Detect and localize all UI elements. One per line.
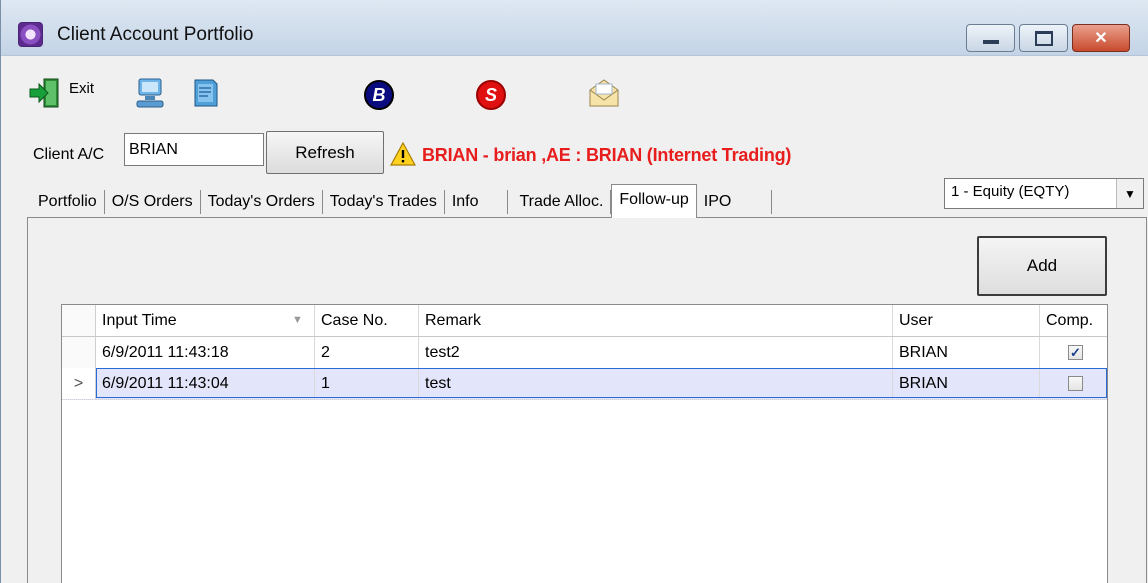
account-type-value: 1 - Equity (EQTY) — [951, 183, 1070, 200]
tab-info[interactable]: Info — [445, 190, 508, 214]
remark-cell[interactable]: test2 — [419, 337, 893, 368]
column-header-case-no[interactable]: Case No. — [315, 305, 419, 336]
column-header-input-time[interactable]: Input Time ▼ — [96, 305, 315, 336]
maximize-icon — [1034, 30, 1053, 46]
column-header-comp[interactable]: Comp. — [1040, 305, 1107, 336]
column-label: Input Time — [102, 312, 177, 329]
table-row[interactable]: > 6/9/2011 11:43:04 1 test BRIAN — [62, 368, 1107, 400]
mail-icon[interactable] — [587, 76, 621, 110]
sort-icon: ▼ — [292, 314, 303, 326]
column-header-user[interactable]: User — [893, 305, 1040, 336]
account-type-select[interactable]: 1 - Equity (EQTY) ▼ — [944, 178, 1144, 209]
minimize-button[interactable] — [966, 24, 1015, 52]
close-button[interactable]: ✕ — [1072, 24, 1130, 52]
tab-trade-alloc[interactable]: Trade Alloc. — [508, 190, 612, 214]
tab-todays-trades[interactable]: Today's Trades — [323, 190, 445, 214]
tab-portfolio[interactable]: Portfolio — [31, 190, 105, 214]
comp-cell[interactable]: ✓ — [1040, 337, 1107, 368]
maximize-button[interactable] — [1019, 24, 1068, 52]
comp-checkbox[interactable] — [1068, 376, 1083, 391]
remark-cell[interactable]: test — [419, 368, 893, 399]
follow-up-grid: Input Time ▼ Case No. Remark User Comp. … — [61, 304, 1108, 583]
tab-os-orders[interactable]: O/S Orders — [105, 190, 201, 214]
sell-icon[interactable]: S — [476, 80, 506, 110]
minimize-icon — [982, 40, 999, 44]
toolbar — [1, 56, 1148, 120]
app-icon — [18, 22, 43, 47]
user-cell[interactable]: BRIAN — [893, 368, 1040, 399]
input-time-cell[interactable]: 6/9/2011 11:43:18 — [96, 337, 315, 368]
tab-strip: Portfolio O/S Orders Today's Orders Toda… — [31, 184, 773, 218]
grid-header-row: Input Time ▼ Case No. Remark User Comp. — [62, 305, 1107, 337]
chevron-down-icon[interactable]: ▼ — [1116, 179, 1143, 208]
close-icon: ✕ — [1094, 30, 1108, 47]
exit-icon[interactable] — [28, 76, 62, 110]
case-no-cell[interactable]: 2 — [315, 337, 419, 368]
window-title: Client Account Portfolio — [57, 24, 254, 45]
tab-ipo[interactable]: IPO — [697, 190, 773, 214]
user-cell[interactable]: BRIAN — [893, 337, 1040, 368]
buy-icon[interactable]: B — [364, 80, 394, 110]
row-header[interactable] — [62, 337, 96, 368]
table-row[interactable]: 6/9/2011 11:43:18 2 test2 BRIAN ✓ — [62, 337, 1107, 369]
current-row-marker[interactable]: > — [62, 368, 96, 399]
book-icon[interactable] — [189, 76, 223, 110]
client-account-portfolio-window: Client Account Portfolio ✕ Exit B S Clie… — [0, 0, 1148, 583]
client-info-text: BRIAN - brian ,AE : BRIAN (Internet Trad… — [422, 145, 792, 165]
title-bar: Client Account Portfolio ✕ — [1, 0, 1148, 56]
comp-cell[interactable] — [1040, 368, 1107, 399]
warning-icon — [390, 142, 416, 166]
tab-todays-orders[interactable]: Today's Orders — [201, 190, 323, 214]
case-no-cell[interactable]: 1 — [315, 368, 419, 399]
client-ac-label: Client A/C — [33, 146, 105, 163]
refresh-button[interactable]: Refresh — [266, 131, 384, 174]
row-header-corner — [62, 305, 96, 336]
add-button[interactable]: Add — [977, 236, 1107, 296]
column-header-remark[interactable]: Remark — [419, 305, 893, 336]
comp-checkbox[interactable]: ✓ — [1068, 345, 1083, 360]
client-ac-input[interactable] — [124, 133, 264, 166]
exit-label[interactable]: Exit — [69, 80, 94, 97]
computer-icon[interactable] — [133, 76, 167, 110]
input-time-cell[interactable]: 6/9/2011 11:43:04 — [96, 368, 315, 399]
tab-follow-up[interactable]: Follow-up — [611, 184, 697, 218]
